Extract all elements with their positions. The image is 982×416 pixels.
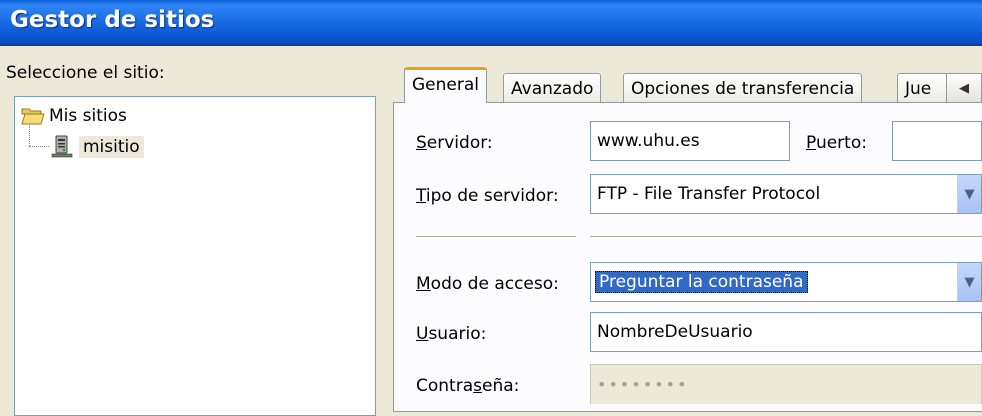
user-label: Usuario:	[416, 324, 487, 344]
tree-item-label: misitio	[79, 136, 144, 158]
chevron-left-icon: ◀	[959, 80, 969, 96]
separator	[590, 236, 982, 238]
server-type-value: FTP - File Transfer Protocol	[597, 184, 821, 204]
window-title: Gestor de sitios	[10, 7, 215, 33]
chevron-down-icon: ▼	[964, 274, 975, 290]
access-mode-dropdown-button[interactable]: ▼	[957, 263, 981, 301]
site-select-label: Seleccione el sitio:	[6, 63, 165, 83]
tree-item-mis-sitios[interactable]: Mis sitios	[21, 103, 131, 129]
tab-scroll-left-button[interactable]: ◀	[946, 73, 982, 103]
tree-item-label: Mis sitios	[49, 106, 127, 126]
chevron-down-icon: ▼	[964, 186, 975, 202]
tab-label: Jue	[905, 79, 932, 99]
tab-label: Avanzado	[511, 79, 594, 99]
server-icon	[51, 135, 73, 158]
tab-label: General	[412, 75, 479, 95]
server-type-label: Tipo de servidor:	[416, 186, 559, 206]
tab-general[interactable]: General	[404, 67, 487, 103]
separator	[416, 236, 576, 238]
server-type-dropdown-button[interactable]: ▼	[957, 175, 981, 213]
tree-connector	[29, 146, 49, 147]
port-label: Puerto:	[806, 133, 867, 153]
access-mode-label: Modo de acceso:	[416, 274, 559, 294]
server-input-value: www.uhu.es	[597, 131, 700, 151]
user-input-value: NombreDeUsuario	[597, 322, 753, 342]
user-input[interactable]: NombreDeUsuario	[590, 312, 982, 352]
server-label: Servidor:	[416, 133, 493, 153]
title-bar[interactable]: Gestor de sitios	[0, 0, 982, 46]
port-input[interactable]	[892, 121, 982, 161]
tree-connector	[29, 125, 30, 146]
tab-label: Opciones de transferencia	[631, 79, 855, 99]
tree-item-misitio[interactable]: misitio	[51, 133, 144, 161]
folder-open-icon	[21, 108, 45, 125]
server-input[interactable]: www.uhu.es	[590, 121, 790, 161]
server-type-select[interactable]: FTP - File Transfer Protocol ▼	[590, 174, 982, 214]
access-mode-value: Preguntar la contraseña	[595, 271, 808, 293]
access-mode-select[interactable]: Preguntar la contraseña ▼	[590, 262, 982, 302]
site-tree[interactable]: Mis sitios misitio	[14, 96, 376, 416]
password-label: Contraseña:	[416, 376, 520, 396]
password-input-value: ••••••••	[597, 375, 689, 394]
password-input[interactable]: ••••••••	[590, 364, 982, 404]
